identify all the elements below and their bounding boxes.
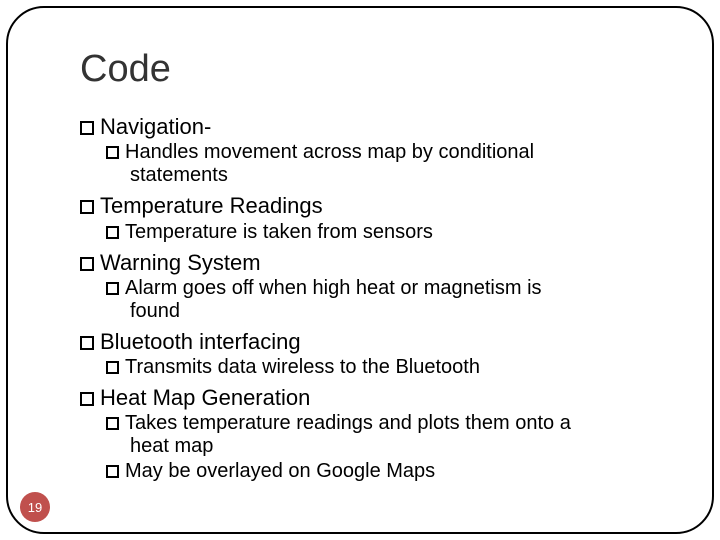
box-icon xyxy=(106,282,119,295)
bullet-warning-system: Warning System xyxy=(80,250,680,275)
box-icon xyxy=(106,417,119,430)
box-icon xyxy=(106,361,119,374)
box-icon xyxy=(106,146,119,159)
box-icon xyxy=(106,226,119,239)
page-number: 19 xyxy=(28,500,42,515)
sub-bullet: Temperature is taken from sensors xyxy=(106,221,680,244)
bullet-label: Navigation- xyxy=(100,114,211,139)
bullet-label: Warning System xyxy=(100,250,261,275)
bullet-heat-map-generation: Heat Map Generation xyxy=(80,385,680,410)
sub-bullet: Alarm goes off when high heat or magneti… xyxy=(106,277,680,323)
box-icon xyxy=(80,392,94,406)
sub-bullet-text: Transmits data wireless to the Bluetooth xyxy=(125,356,480,378)
box-icon xyxy=(80,257,94,271)
sub-bullet-cont: heat map xyxy=(130,435,680,458)
bullet-navigation: Navigation- xyxy=(80,114,680,139)
sub-bullet-text: Temperature is taken from sensors xyxy=(125,221,433,243)
sub-bullet: Takes temperature readings and plots the… xyxy=(106,412,680,458)
bullet-label: Bluetooth interfacing xyxy=(100,329,301,354)
box-icon xyxy=(80,336,94,350)
sub-bullet: May be overlayed on Google Maps xyxy=(106,460,680,483)
bullet-bluetooth-interfacing: Bluetooth interfacing xyxy=(80,329,680,354)
sub-bullet-text: Takes temperature readings and plots the… xyxy=(125,412,571,434)
box-icon xyxy=(80,121,94,135)
slide: Code Navigation- Handles movement across… xyxy=(0,0,720,540)
sub-bullet-cont: found xyxy=(130,300,680,323)
bullet-label: Temperature Readings xyxy=(100,193,323,218)
sub-bullet: Handles movement across map by condition… xyxy=(106,141,680,187)
sub-bullet-text: Alarm goes off when high heat or magneti… xyxy=(125,277,542,299)
sub-bullet: Transmits data wireless to the Bluetooth xyxy=(106,356,680,379)
page-number-badge: 19 xyxy=(20,492,50,522)
bullet-label: Heat Map Generation xyxy=(100,385,310,410)
bullet-temperature-readings: Temperature Readings xyxy=(80,193,680,218)
box-icon xyxy=(80,200,94,214)
sub-bullet-text: May be overlayed on Google Maps xyxy=(125,460,435,482)
sub-bullet-text: Handles movement across map by condition… xyxy=(125,141,534,163)
sub-bullet-cont: statements xyxy=(130,164,680,187)
box-icon xyxy=(106,465,119,478)
slide-title: Code xyxy=(80,48,171,91)
slide-content: Navigation- Handles movement across map … xyxy=(80,108,680,483)
